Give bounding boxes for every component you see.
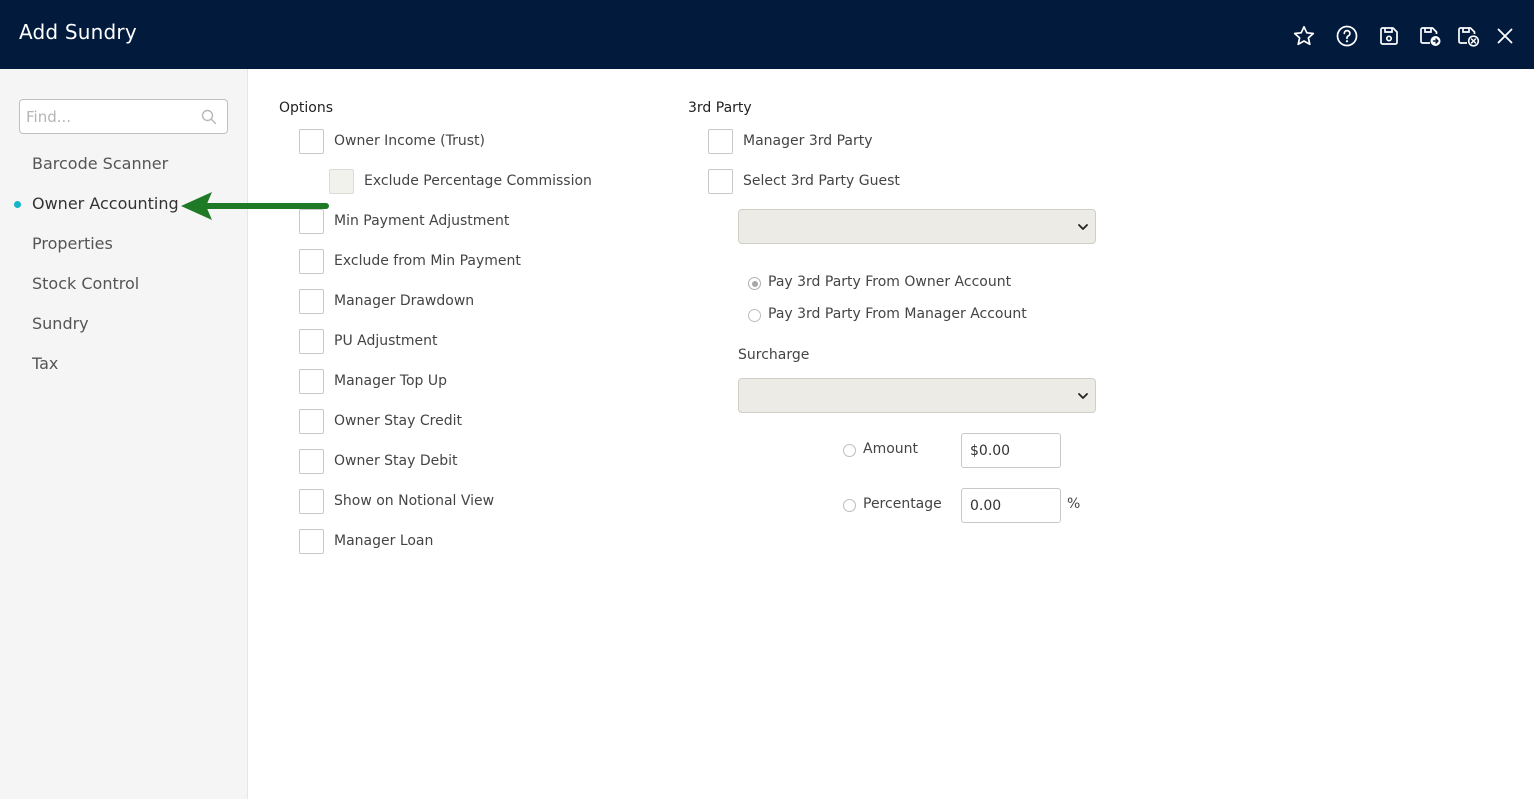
percentage-radio[interactable] bbox=[843, 499, 856, 512]
percentage-suffix: % bbox=[1067, 496, 1081, 512]
search-icon[interactable] bbox=[201, 109, 217, 125]
manager-loan-label: Manager Loan bbox=[334, 533, 434, 549]
min-payment-adjustment-checkbox[interactable] bbox=[299, 209, 324, 234]
pay-from-owner-label: Pay 3rd Party From Owner Account bbox=[768, 274, 1012, 290]
sidebar-item-barcode-scanner[interactable]: Barcode Scanner bbox=[32, 153, 168, 175]
window-header: Add Sundry bbox=[0, 0, 1534, 69]
help-icon[interactable] bbox=[1335, 24, 1359, 48]
manager-3rd-party-label: Manager 3rd Party bbox=[743, 133, 873, 149]
sidebar-item-properties[interactable]: Properties bbox=[32, 233, 113, 255]
owner-stay-credit-label: Owner Stay Credit bbox=[334, 413, 462, 429]
exclude-from-min-payment-checkbox[interactable] bbox=[299, 249, 324, 274]
amount-input[interactable] bbox=[961, 433, 1061, 468]
show-on-notional-view-checkbox[interactable] bbox=[299, 489, 324, 514]
third-party-heading: 3rd Party bbox=[688, 100, 752, 116]
pu-adjustment-checkbox[interactable] bbox=[299, 329, 324, 354]
chevron-down-icon bbox=[1078, 224, 1088, 230]
manager-drawdown-checkbox[interactable] bbox=[299, 289, 324, 314]
owner-income-trust-checkbox[interactable] bbox=[299, 129, 324, 154]
exclude-percentage-commission-checkbox[interactable] bbox=[329, 169, 354, 194]
min-payment-adjustment-label: Min Payment Adjustment bbox=[334, 213, 510, 229]
find-box bbox=[19, 99, 228, 134]
surcharge-select[interactable] bbox=[738, 378, 1096, 413]
sidebar-item-owner-accounting[interactable]: Owner Accounting bbox=[32, 193, 179, 215]
sidebar-item-stock-control[interactable]: Stock Control bbox=[32, 273, 139, 295]
sidebar: Barcode Scanner Owner Accounting Propert… bbox=[0, 69, 248, 799]
show-on-notional-view-label: Show on Notional View bbox=[334, 493, 495, 509]
exclude-percentage-commission-label: Exclude Percentage Commission bbox=[364, 173, 592, 189]
pu-adjustment-label: PU Adjustment bbox=[334, 333, 438, 349]
active-indicator-dot bbox=[14, 201, 21, 208]
amount-label: Amount bbox=[863, 441, 919, 457]
sidebar-item-tax[interactable]: Tax bbox=[32, 353, 58, 375]
manager-top-up-checkbox[interactable] bbox=[299, 369, 324, 394]
owner-stay-debit-checkbox[interactable] bbox=[299, 449, 324, 474]
save-icon[interactable] bbox=[1377, 24, 1401, 48]
pay-from-manager-label: Pay 3rd Party From Manager Account bbox=[768, 306, 1027, 322]
pay-from-owner-radio[interactable] bbox=[748, 277, 761, 290]
save-and-close-icon[interactable] bbox=[1456, 24, 1480, 48]
owner-stay-credit-checkbox[interactable] bbox=[299, 409, 324, 434]
percentage-label: Percentage bbox=[863, 496, 942, 512]
save-and-new-icon[interactable] bbox=[1418, 24, 1442, 48]
page-title: Add Sundry bbox=[19, 20, 137, 44]
exclude-from-min-payment-label: Exclude from Min Payment bbox=[334, 253, 521, 269]
find-input[interactable] bbox=[20, 100, 195, 133]
manager-3rd-party-checkbox[interactable] bbox=[708, 129, 733, 154]
owner-income-trust-label: Owner Income (Trust) bbox=[334, 133, 485, 149]
surcharge-heading: Surcharge bbox=[738, 347, 810, 363]
percentage-input[interactable] bbox=[961, 488, 1061, 523]
pay-from-manager-radio[interactable] bbox=[748, 309, 761, 322]
amount-radio[interactable] bbox=[843, 444, 856, 457]
star-icon[interactable] bbox=[1292, 24, 1316, 48]
third-party-guest-select[interactable] bbox=[738, 209, 1096, 244]
chevron-down-icon bbox=[1078, 393, 1088, 399]
sidebar-item-sundry[interactable]: Sundry bbox=[32, 313, 89, 335]
select-3rd-party-guest-checkbox[interactable] bbox=[708, 169, 733, 194]
options-heading: Options bbox=[279, 100, 334, 116]
owner-stay-debit-label: Owner Stay Debit bbox=[334, 453, 458, 469]
manager-top-up-label: Manager Top Up bbox=[334, 373, 448, 389]
manager-drawdown-label: Manager Drawdown bbox=[334, 293, 475, 309]
select-3rd-party-guest-label: Select 3rd Party Guest bbox=[743, 173, 900, 189]
close-icon[interactable] bbox=[1493, 24, 1517, 48]
manager-loan-checkbox[interactable] bbox=[299, 529, 324, 554]
